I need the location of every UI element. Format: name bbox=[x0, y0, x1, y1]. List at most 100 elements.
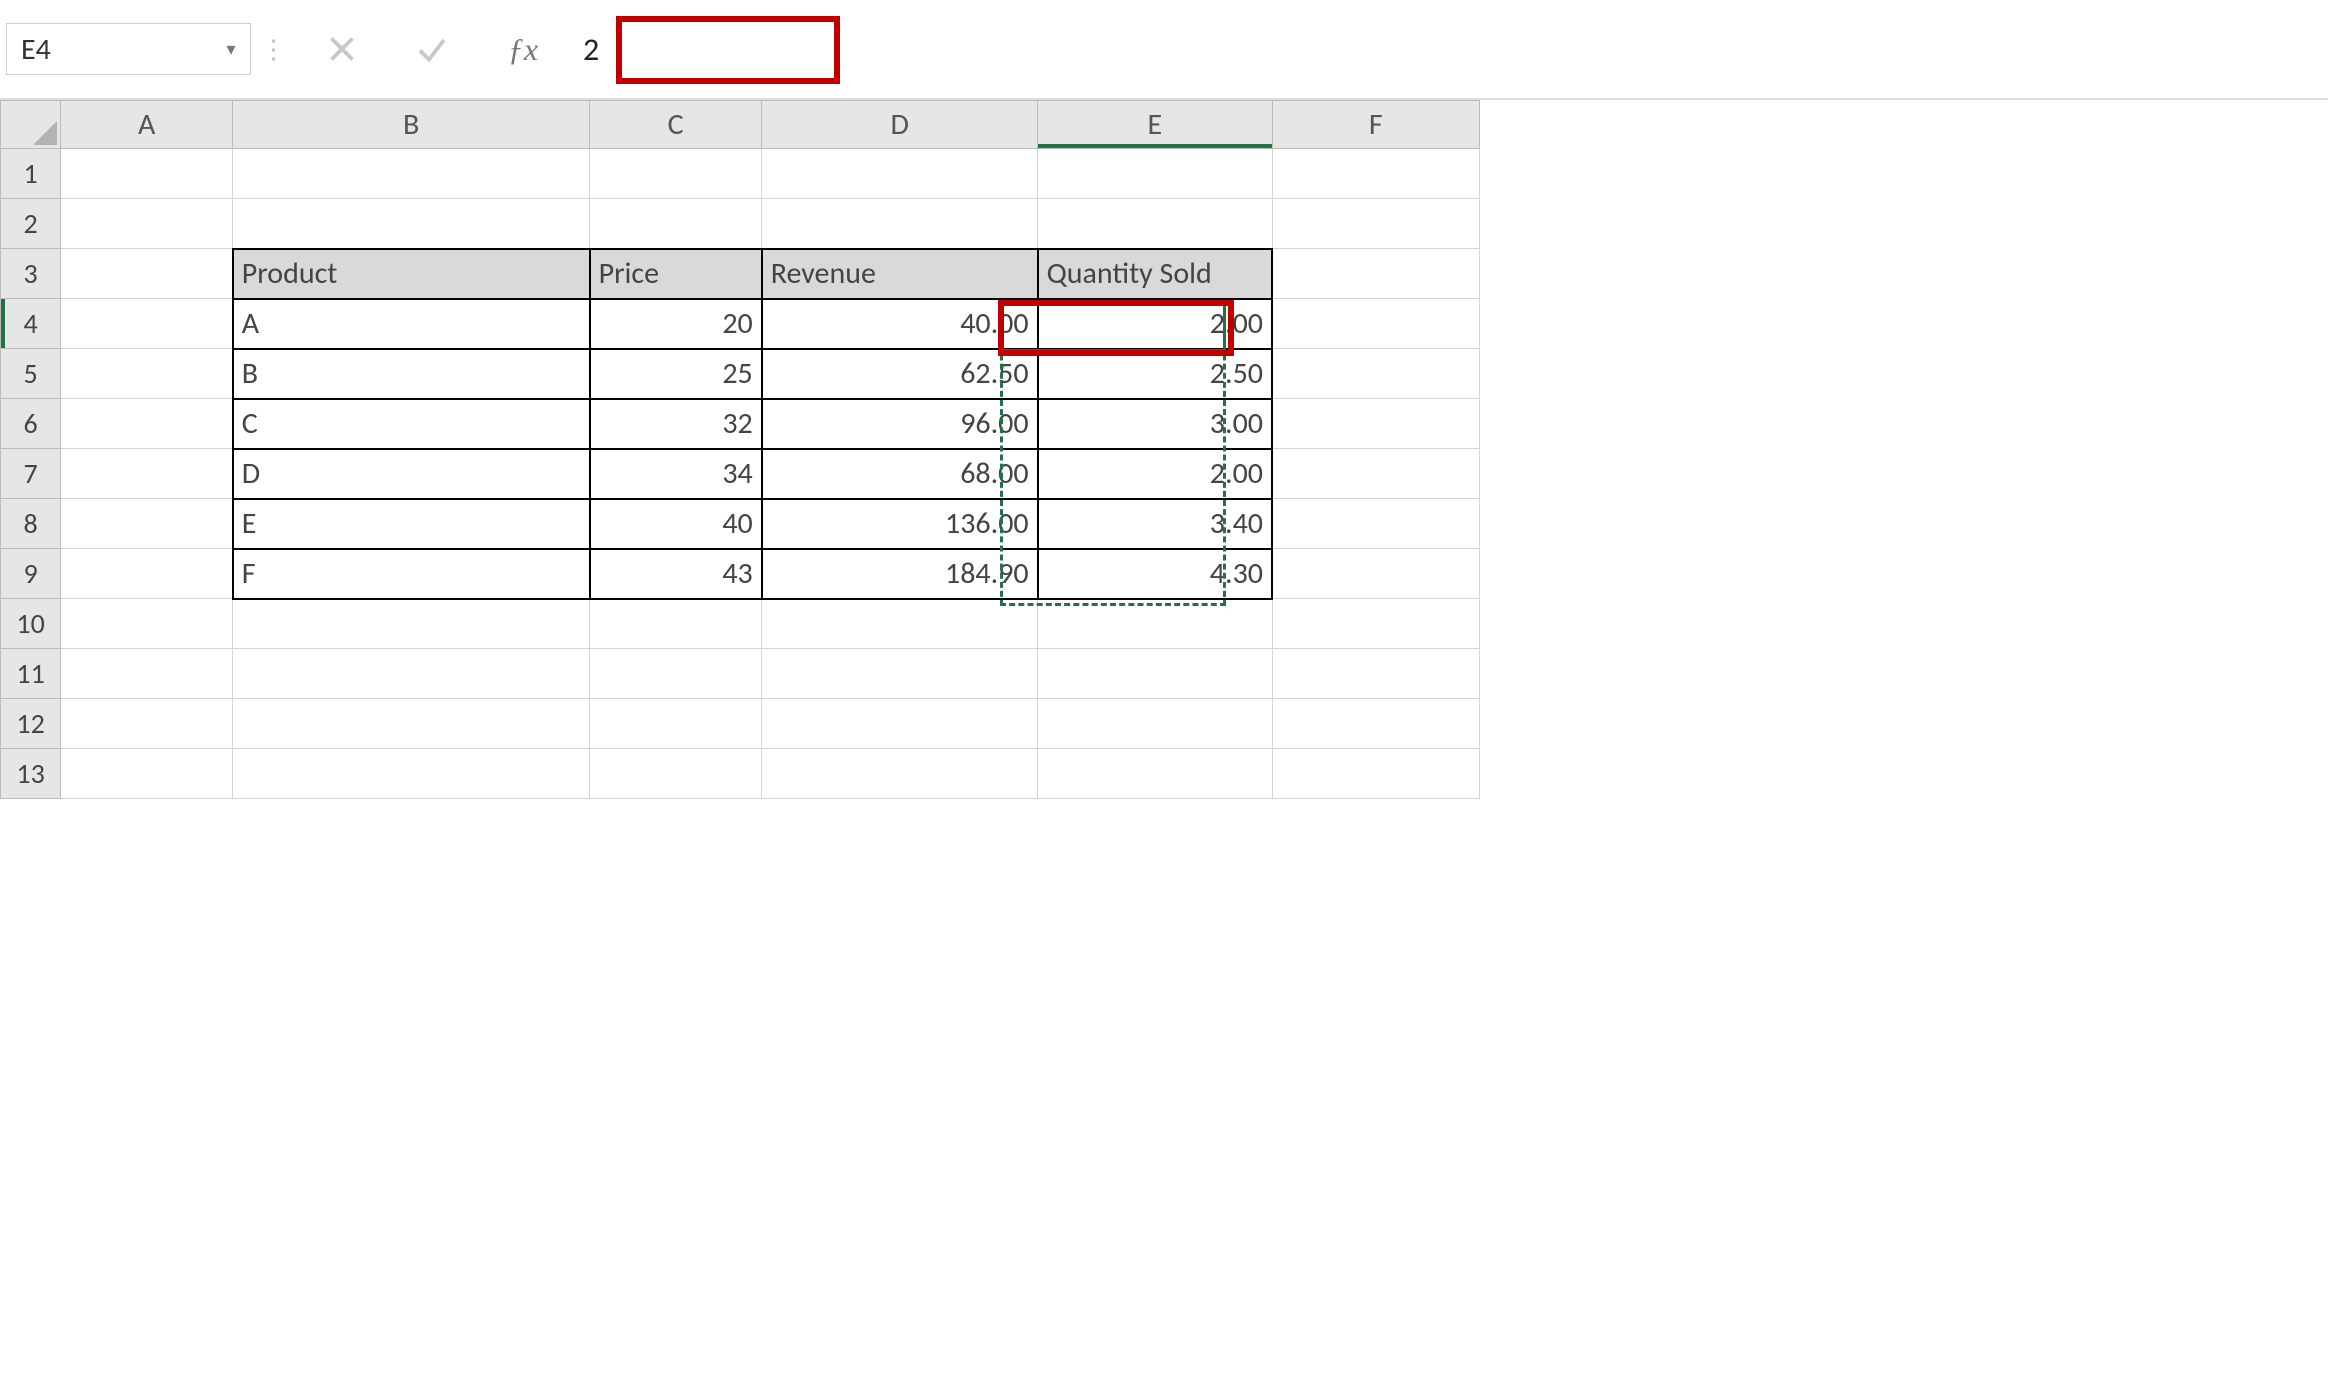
row-header-13[interactable]: 13 bbox=[1, 749, 61, 799]
cell-A5[interactable] bbox=[61, 349, 233, 399]
cell-F8[interactable] bbox=[1272, 499, 1480, 549]
cell-E6[interactable]: 3.00 bbox=[1038, 399, 1272, 449]
cell-D13[interactable] bbox=[762, 749, 1038, 799]
cell-E5[interactable]: 2.50 bbox=[1038, 349, 1272, 399]
row-header-7[interactable]: 7 bbox=[1, 449, 61, 499]
cell-F7[interactable] bbox=[1272, 449, 1480, 499]
cell-E1[interactable] bbox=[1038, 149, 1272, 199]
cell-C1[interactable] bbox=[590, 149, 762, 199]
cell-B3[interactable]: Product bbox=[233, 249, 590, 299]
cell-C12[interactable] bbox=[590, 699, 762, 749]
cell-C3[interactable]: Price bbox=[590, 249, 762, 299]
cell-C11[interactable] bbox=[590, 649, 762, 699]
cell-D6[interactable]: 96.00 bbox=[762, 399, 1038, 449]
col-header-C[interactable]: C bbox=[590, 101, 762, 149]
cell-D8[interactable]: 136.00 bbox=[762, 499, 1038, 549]
cell-F9[interactable] bbox=[1272, 549, 1480, 599]
name-box[interactable]: E4 ▾ bbox=[6, 23, 251, 75]
col-header-D[interactable]: D bbox=[762, 101, 1038, 149]
row-header-6[interactable]: 6 bbox=[1, 399, 61, 449]
cell-A13[interactable] bbox=[61, 749, 233, 799]
cell-C13[interactable] bbox=[590, 749, 762, 799]
cell-F12[interactable] bbox=[1272, 699, 1480, 749]
cell-A8[interactable] bbox=[61, 499, 233, 549]
cell-A10[interactable] bbox=[61, 599, 233, 649]
cell-B7[interactable]: D bbox=[233, 449, 590, 499]
cell-B5[interactable]: B bbox=[233, 349, 590, 399]
row-header-4[interactable]: 4 bbox=[1, 299, 61, 349]
cell-D3[interactable]: Revenue bbox=[762, 249, 1038, 299]
cell-F4[interactable] bbox=[1272, 299, 1480, 349]
cell-E10[interactable] bbox=[1038, 599, 1272, 649]
row-header-11[interactable]: 11 bbox=[1, 649, 61, 699]
cell-E12[interactable] bbox=[1038, 699, 1272, 749]
cell-D1[interactable] bbox=[762, 149, 1038, 199]
cell-E8[interactable]: 3.40 bbox=[1038, 499, 1272, 549]
cell-D4[interactable]: 40.00 bbox=[762, 299, 1038, 349]
cell-B1[interactable] bbox=[233, 149, 590, 199]
cell-B13[interactable] bbox=[233, 749, 590, 799]
cell-A2[interactable] bbox=[61, 199, 233, 249]
cell-E13[interactable] bbox=[1038, 749, 1272, 799]
cell-C5[interactable]: 25 bbox=[590, 349, 762, 399]
cell-D11[interactable] bbox=[762, 649, 1038, 699]
cell-D12[interactable] bbox=[762, 699, 1038, 749]
cell-B8[interactable]: E bbox=[233, 499, 590, 549]
cell-F6[interactable] bbox=[1272, 399, 1480, 449]
cell-C6[interactable]: 32 bbox=[590, 399, 762, 449]
name-box-dropdown-icon[interactable]: ▾ bbox=[220, 38, 250, 60]
cell-A4[interactable] bbox=[61, 299, 233, 349]
row-header-9[interactable]: 9 bbox=[1, 549, 61, 599]
cell-B10[interactable] bbox=[233, 599, 590, 649]
cell-C7[interactable]: 34 bbox=[590, 449, 762, 499]
cell-A11[interactable] bbox=[61, 649, 233, 699]
row-header-8[interactable]: 8 bbox=[1, 499, 61, 549]
cell-C4[interactable]: 20 bbox=[590, 299, 762, 349]
cell-E4[interactable]: 2.00 bbox=[1038, 299, 1272, 349]
cell-F3[interactable] bbox=[1272, 249, 1480, 299]
cell-F2[interactable] bbox=[1272, 199, 1480, 249]
row-header-12[interactable]: 12 bbox=[1, 699, 61, 749]
cell-D9[interactable]: 184.90 bbox=[762, 549, 1038, 599]
row-header-10[interactable]: 10 bbox=[1, 599, 61, 649]
cell-C10[interactable] bbox=[590, 599, 762, 649]
fx-label[interactable]: ƒx bbox=[493, 31, 553, 68]
cell-C2[interactable] bbox=[590, 199, 762, 249]
cell-C9[interactable]: 43 bbox=[590, 549, 762, 599]
cell-E7[interactable]: 2.00 bbox=[1038, 449, 1272, 499]
cell-B4[interactable]: A bbox=[233, 299, 590, 349]
cell-A9[interactable] bbox=[61, 549, 233, 599]
row-header-5[interactable]: 5 bbox=[1, 349, 61, 399]
cell-F10[interactable] bbox=[1272, 599, 1480, 649]
formula-input[interactable]: 2 bbox=[553, 18, 2328, 80]
cell-B6[interactable]: C bbox=[233, 399, 590, 449]
cell-F5[interactable] bbox=[1272, 349, 1480, 399]
row-header-1[interactable]: 1 bbox=[1, 149, 61, 199]
cell-D2[interactable] bbox=[762, 199, 1038, 249]
cell-B12[interactable] bbox=[233, 699, 590, 749]
col-header-A[interactable]: A bbox=[61, 101, 233, 149]
cell-A7[interactable] bbox=[61, 449, 233, 499]
cell-B9[interactable]: F bbox=[233, 549, 590, 599]
cell-E2[interactable] bbox=[1038, 199, 1272, 249]
cell-F13[interactable] bbox=[1272, 749, 1480, 799]
col-header-E[interactable]: E bbox=[1038, 101, 1272, 149]
select-all-corner[interactable] bbox=[1, 101, 61, 149]
cell-D10[interactable] bbox=[762, 599, 1038, 649]
cell-A6[interactable] bbox=[61, 399, 233, 449]
cancel-button[interactable] bbox=[297, 24, 387, 74]
col-header-F[interactable]: F bbox=[1272, 101, 1480, 149]
cell-A12[interactable] bbox=[61, 699, 233, 749]
cell-B11[interactable] bbox=[233, 649, 590, 699]
col-header-B[interactable]: B bbox=[233, 101, 590, 149]
cell-A1[interactable] bbox=[61, 149, 233, 199]
cell-D7[interactable]: 68.00 bbox=[762, 449, 1038, 499]
row-header-3[interactable]: 3 bbox=[1, 249, 61, 299]
cell-E11[interactable] bbox=[1038, 649, 1272, 699]
cell-F1[interactable] bbox=[1272, 149, 1480, 199]
cell-E9[interactable]: 4.30 bbox=[1038, 549, 1272, 599]
enter-button[interactable] bbox=[387, 24, 477, 74]
cell-D5[interactable]: 62.50 bbox=[762, 349, 1038, 399]
cell-A3[interactable] bbox=[61, 249, 233, 299]
cell-F11[interactable] bbox=[1272, 649, 1480, 699]
